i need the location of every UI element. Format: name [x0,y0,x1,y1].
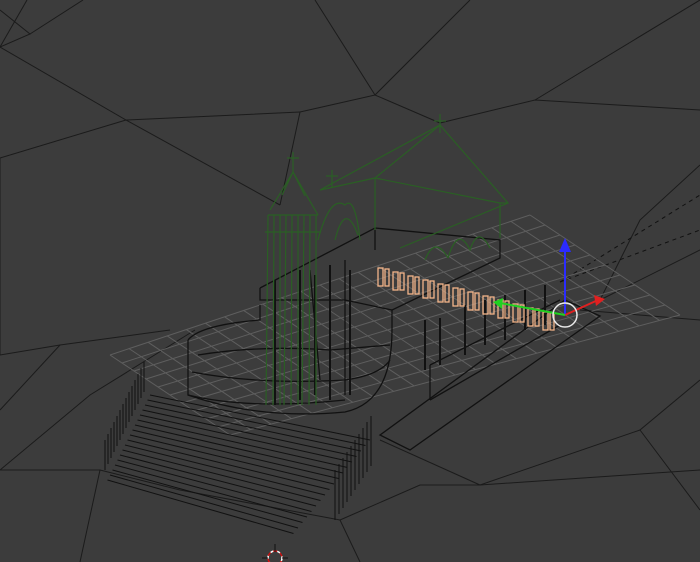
stair-step [142,409,357,457]
bell-tower-columns[interactable] [265,214,317,406]
tower-column [290,214,293,406]
arcade-column[interactable] [399,272,405,291]
arcade-column[interactable] [489,296,495,315]
lamp-dashed-lines [559,194,700,283]
arcade-column[interactable] [474,292,480,311]
church-building-selected[interactable] [265,114,509,261]
ground-grid [109,214,681,436]
crosshair-3d-cursor-icon[interactable] [262,544,288,562]
tower-column [308,214,311,406]
grid-line [109,214,531,356]
tower-column [301,214,305,406]
tower-column [265,214,269,406]
arcade-column[interactable] [377,267,384,287]
cathedral-platform-mesh[interactable] [187,227,602,451]
arcade-column[interactable] [414,276,420,295]
grid-line [169,264,606,396]
arcade-column[interactable] [407,275,414,295]
stair-step [149,394,371,441]
stair-step [147,399,366,446]
grid-line [145,244,576,380]
grid-line [181,274,621,404]
z-axis-arrow-icon[interactable] [559,238,571,252]
3d-viewport[interactable] [0,0,700,562]
arcade-column[interactable] [384,268,390,287]
stair-step [137,419,348,468]
viewport-canvas[interactable] [0,0,700,562]
stair-step [139,414,353,463]
x-axis-arrow-icon[interactable] [594,295,605,306]
